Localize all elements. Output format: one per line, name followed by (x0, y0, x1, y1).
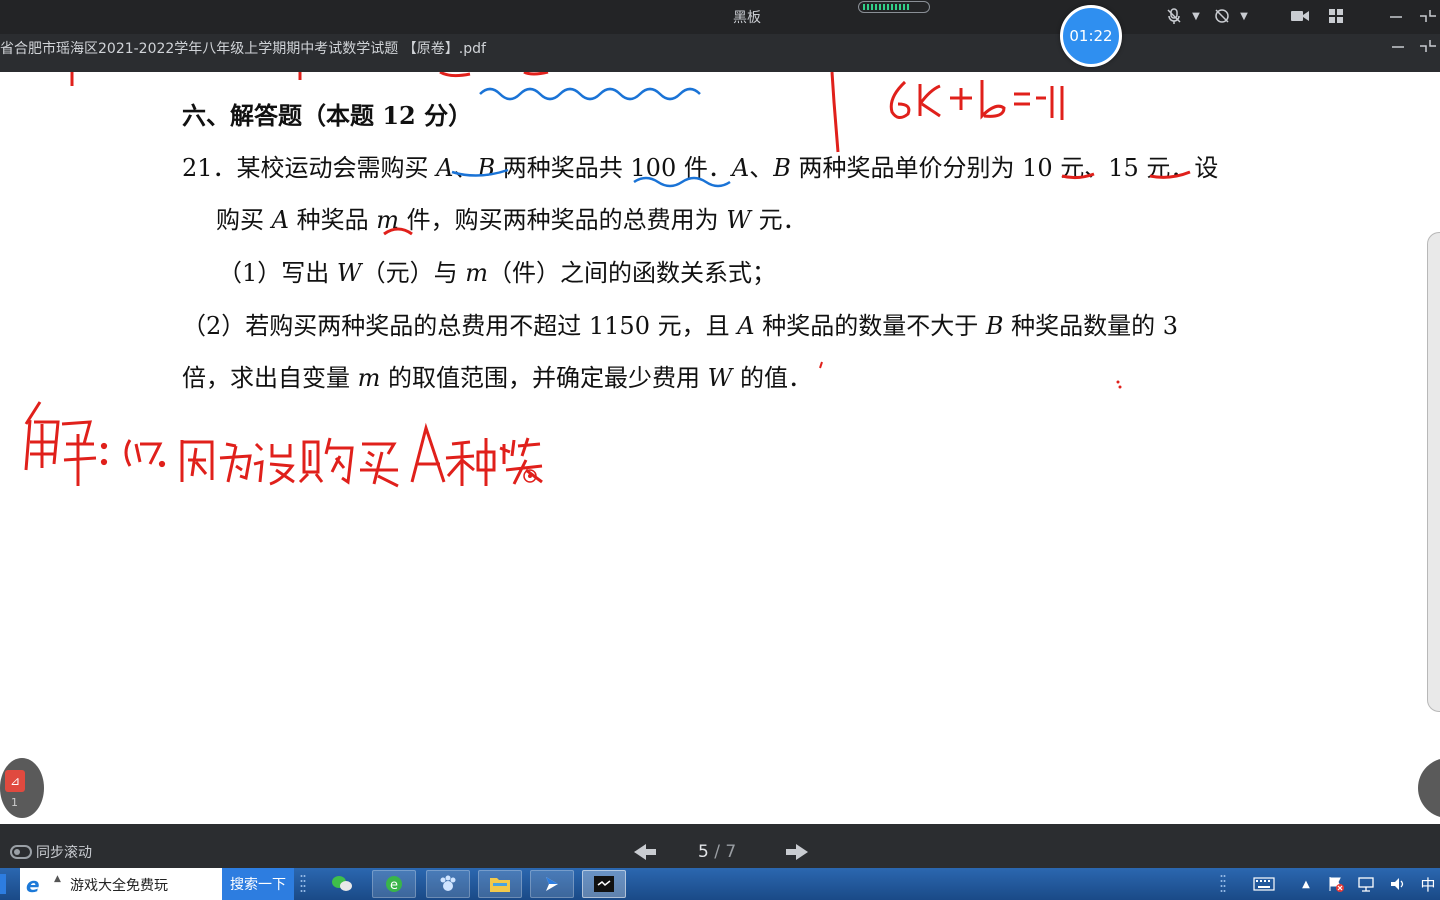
ink-answer (24, 401, 543, 488)
page-scroll-handle[interactable] (1427, 232, 1440, 712)
question-21-line-2: 购买 A 种奖品 m 件，购买两种奖品的总费用为 W 元． (216, 206, 807, 234)
grid-icon[interactable] (1326, 6, 1346, 26)
caret-up-icon: ▲ (54, 874, 61, 884)
ie-browser-icon[interactable]: e (372, 870, 416, 898)
wechat-icon[interactable] (320, 870, 364, 898)
network-icon[interactable] (1356, 874, 1376, 894)
taskbar-gripper-icon (298, 870, 308, 898)
volume-icon[interactable] (1388, 874, 1408, 894)
caret-up-icon[interactable]: ▲ (1296, 874, 1316, 894)
app-title-bar: 黑板 ▼ ▼ (0, 0, 1440, 34)
minimize-icon[interactable] (1388, 36, 1408, 56)
sync-scroll-toggle[interactable]: 同步滚动 (10, 842, 92, 862)
collapse-icon[interactable] (1418, 6, 1438, 26)
ime-indicator[interactable]: 中 (1418, 874, 1438, 894)
question-21-line-1: 21．某校运动会需购买 A、B 两种奖品共 100 件．A、B 两种奖品单价分别… (182, 154, 1219, 182)
taskbar-gripper-icon (1218, 870, 1228, 898)
ink-annotations (24, 72, 1191, 488)
section-heading: 六、解答题（本题 12 分） (182, 101, 473, 130)
page-indicator: 5 / 7 (698, 842, 736, 862)
document-tab-bar: 省合肥市瑶海区2021-2022学年八年级上学期期中考试数学试题 【原卷】.pd… (0, 34, 1440, 72)
browser-search-text: 游戏大全免费玩 (70, 878, 168, 894)
blackboard-app-icon[interactable] (582, 870, 626, 898)
browser-search-box[interactable]: e ▲ 游戏大全免费玩 (20, 868, 222, 900)
search-button[interactable]: 搜索一下 (222, 868, 294, 900)
question-part-2-line-2: 倍，求出自变量 m 的取值范围，并确定最少费用 W 的值． (182, 364, 812, 392)
chevron-down-icon[interactable]: ▼ (1186, 6, 1206, 26)
audio-level-meter (858, 1, 930, 13)
paw-app-icon[interactable] (426, 870, 470, 898)
document-title: 省合肥市瑶海区2021-2022学年八年级上学期期中考试数学试题 【原卷】.pd… (0, 41, 486, 57)
current-page: 5 (698, 842, 709, 862)
ink-equation (889, 80, 1064, 120)
flag-icon[interactable] (1326, 874, 1346, 894)
minimize-icon[interactable] (1386, 6, 1406, 26)
toggle-icon[interactable] (10, 845, 32, 859)
keyboard-icon[interactable] (1252, 874, 1276, 894)
chevron-down-icon[interactable]: ▼ (1234, 6, 1254, 26)
mic-muted-icon[interactable] (1164, 6, 1184, 26)
video-icon[interactable] (1290, 6, 1310, 26)
os-taskbar: e ▲ 游戏大全免费玩 搜索一下 e ▲ 中 (0, 868, 1440, 900)
next-page-button[interactable] (784, 842, 810, 862)
pdf-page: 六、解答题（本题 12 分） 21．某校运动会需购买 A、B 两种奖品共 100… (0, 72, 1440, 824)
collapse-icon[interactable] (1418, 36, 1438, 56)
prev-page-button[interactable] (632, 842, 658, 862)
question-part-1: （1）写出 W（元）与 m（件）之间的函数关系式； (218, 259, 776, 287)
page-navigation-bar: 同步滚动 5 / 7 (0, 824, 1440, 868)
question-part-2-line-1: （2）若购买两种奖品的总费用不超过 1150 元，且 A 种奖品的数量不大于 B… (182, 312, 1179, 340)
pdf-list-button[interactable]: ⊿ 1 (0, 758, 44, 818)
ie-browser-icon: e (26, 873, 40, 897)
camera-muted-icon[interactable] (1212, 6, 1232, 26)
svg-text:e: e (390, 878, 398, 893)
file-explorer-icon[interactable] (478, 870, 522, 898)
pdf-icon: ⊿ (5, 770, 25, 792)
send-app-icon[interactable] (530, 870, 574, 898)
pdf-count: 1 (11, 796, 18, 809)
recording-timer[interactable]: 01:22 (1060, 5, 1122, 67)
pen-cursor-icon (523, 469, 537, 483)
sync-scroll-label: 同步滚动 (36, 845, 92, 861)
start-button[interactable] (0, 868, 20, 900)
window-title: 黑板 (733, 10, 761, 26)
page-separator: / (708, 842, 726, 862)
total-pages: 7 (725, 842, 737, 862)
